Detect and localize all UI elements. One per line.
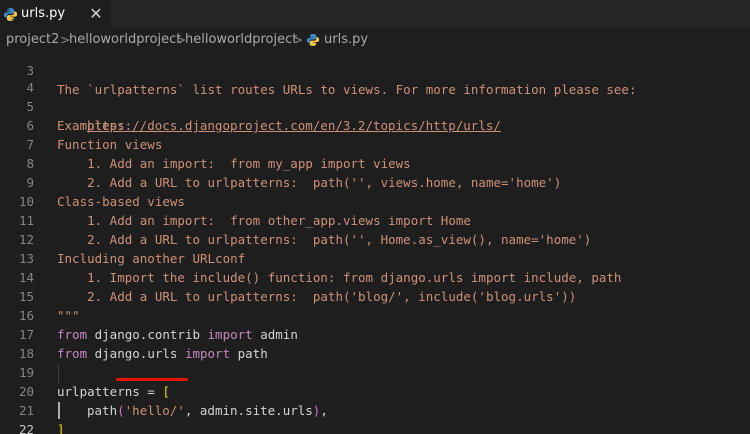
line-number: 22 bbox=[18, 422, 34, 434]
close-icon[interactable]: ✕ bbox=[86, 4, 106, 24]
code-line: 5 Examples: bbox=[0, 78, 750, 133]
code-line: 12 Including another URLconf bbox=[0, 211, 750, 266]
breadcrumb-item-project2[interactable]: project2 bbox=[6, 29, 59, 51]
code-line: 7 1. Add an import: from my_app import v… bbox=[0, 116, 750, 171]
breadcrumb-item-urls-py[interactable]: urls.py bbox=[324, 29, 368, 51]
text-cursor bbox=[58, 402, 60, 419]
code-line: 6 Function views bbox=[0, 97, 750, 152]
code-line: 15 """ bbox=[0, 268, 750, 323]
code-line: 11 2. Add a URL to urlpatterns: path('',… bbox=[0, 192, 750, 247]
code-line: 16 from django.contrib import admin bbox=[0, 287, 750, 342]
code-line: 8 2. Add a URL to urlpatterns: path('', … bbox=[0, 135, 750, 190]
tab-bar: urls.py ✕ bbox=[0, 0, 750, 29]
python-file-icon bbox=[306, 34, 320, 46]
breadcrumb-item-helloworldproject-inner[interactable]: helloworldproject bbox=[185, 29, 297, 51]
breadcrumb: project2 > helloworldproject > helloworl… bbox=[0, 29, 750, 51]
code-line: 18 bbox=[0, 325, 750, 361]
code-line: 9 Class-based views bbox=[0, 154, 750, 209]
code-line: 19 urlpatterns = [ bbox=[0, 344, 750, 399]
breadcrumb-separator: > bbox=[293, 33, 304, 47]
bracket-close: ] bbox=[57, 422, 65, 434]
code-line: 20 path('hello/', admin.site.urls), bbox=[0, 363, 750, 418]
code-editor[interactable]: 3 The `urlpatterns` list routes URLs to … bbox=[0, 51, 750, 434]
tab-label: urls.py bbox=[21, 6, 66, 21]
breadcrumb-item-helloworldproject[interactable]: helloworldproject bbox=[69, 29, 181, 51]
code-line: 10 1. Add an import: from other_app.view… bbox=[0, 173, 750, 228]
error-squiggle bbox=[116, 378, 188, 381]
tab-urls-py[interactable]: urls.py ✕ bbox=[0, 0, 111, 29]
code-line: 13 1. Import the include() function: fro… bbox=[0, 230, 750, 285]
code-line: 4 https://docs.djangoproject.com/en/3.2/… bbox=[0, 59, 750, 133]
code-line: 14 2. Add a URL to urlpatterns: path('bl… bbox=[0, 249, 750, 304]
code-line: 17 from django.urls import path bbox=[0, 306, 750, 361]
code-line: 22 bbox=[0, 401, 750, 434]
code-line: 21 ] bbox=[0, 382, 750, 434]
python-file-icon bbox=[3, 8, 18, 21]
